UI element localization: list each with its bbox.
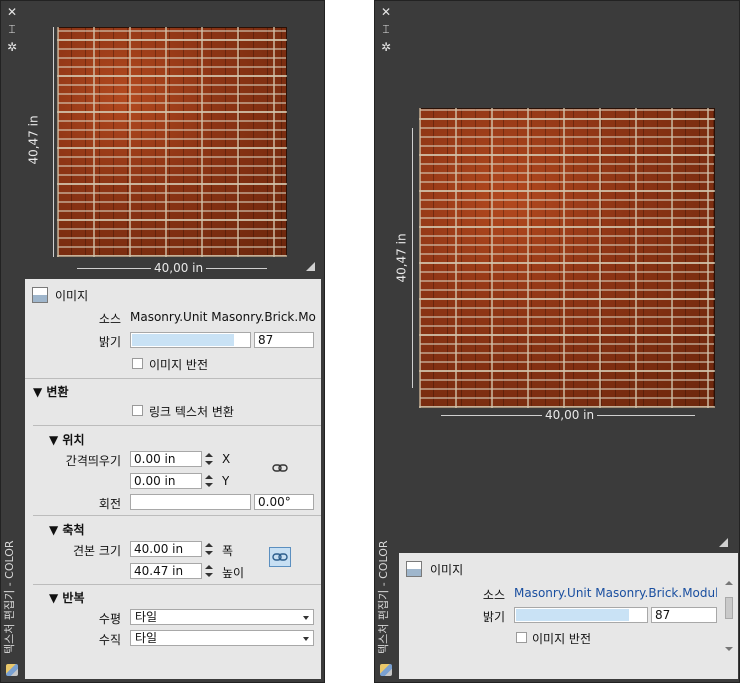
brick-texture-swatch xyxy=(57,27,287,257)
sample-height-label: 높이 xyxy=(222,566,245,580)
invert-image-checkbox[interactable] xyxy=(132,358,143,369)
dimension-width: 40,00 in xyxy=(151,261,207,275)
offset-y-axis: Y xyxy=(222,474,230,488)
rotation-field[interactable]: 0.00° xyxy=(254,494,314,510)
offset-x-field[interactable]: 0.00 in xyxy=(130,451,202,467)
sample-height-spinner[interactable] xyxy=(203,563,215,579)
horizontal-label: 수평 xyxy=(98,612,121,626)
sample-width-field[interactable]: 40.00 in xyxy=(130,541,202,557)
brightness-label: 밝기 xyxy=(98,335,121,349)
vertical-title: 텍스처 편집기 - COLOR xyxy=(377,540,390,654)
palette-titlebar-strip: ✕ ⌶ ✲ 텍스처 편집기 - COLOR xyxy=(1,1,23,682)
close-icon[interactable]: ✕ xyxy=(6,6,18,18)
link-texture-transform-checkbox[interactable] xyxy=(132,405,143,416)
offset-x-axis: X xyxy=(222,452,231,466)
brightness-field[interactable]: 87 xyxy=(651,607,717,623)
texture-editor-icon xyxy=(6,664,18,676)
chevron-down-icon xyxy=(303,616,309,620)
texture-editor-icon xyxy=(380,664,392,676)
close-icon[interactable]: ✕ xyxy=(380,6,392,18)
source-label: 소스 xyxy=(98,312,121,326)
repeat-section-header[interactable]: ▼ 반복 xyxy=(49,589,85,606)
offset-y-field[interactable]: 0.00 in xyxy=(130,473,202,489)
image-section-title: 이미지 xyxy=(430,563,464,577)
rotation-label: 회전 xyxy=(98,497,121,511)
dimension-height: 40,47 in xyxy=(26,115,41,165)
brightness-field[interactable]: 87 xyxy=(254,332,314,348)
vertical-label: 수직 xyxy=(98,633,121,647)
sample-width-label: 폭 xyxy=(222,544,234,558)
texture-editor-palette-right: ✕ ⌶ ✲ 텍스처 편집기 - COLOR 40,47 in 40,00 in … xyxy=(374,0,740,683)
properties-scrollbar[interactable] xyxy=(724,581,734,651)
source-value[interactable]: Masonry.Unit Masonry.Brick.Modular.Pinwh… xyxy=(514,586,717,600)
chevron-down-icon xyxy=(303,637,309,641)
palette-titlebar-strip: ✕ ⌶ ✲ 텍스처 편집기 - COLOR xyxy=(375,1,397,682)
dimension-height: 40,47 in xyxy=(394,233,409,283)
scale-section-header[interactable]: ▼ 축척 xyxy=(49,521,85,538)
texture-preview: 40,47 in 40,00 in xyxy=(25,5,321,277)
settings-icon[interactable]: ✲ xyxy=(380,41,392,53)
invert-image-label: 이미지 반전 xyxy=(149,358,209,372)
settings-icon[interactable]: ✲ xyxy=(6,41,18,53)
vertical-title: 텍스처 편집기 - COLOR xyxy=(3,540,16,654)
link-scale-icon xyxy=(272,553,288,561)
image-icon xyxy=(32,287,48,303)
brightness-slider-fill xyxy=(132,334,234,346)
properties-panel: 이미지 소스 Masonry.Unit Masonry.Brick.Modula… xyxy=(399,553,738,679)
sample-size-label: 견본 크기 xyxy=(73,544,121,558)
link-scale-button[interactable] xyxy=(269,547,291,567)
offset-label: 간격띄우기 xyxy=(65,454,121,468)
source-label: 소스 xyxy=(482,588,505,602)
transform-section-header[interactable]: ▼ 변환 xyxy=(33,383,69,400)
source-value[interactable]: Masonry.Unit Masonry.Brick.Modular.Pinwh… xyxy=(130,310,316,324)
position-section-header[interactable]: ▼ 위치 xyxy=(49,431,85,448)
brightness-label: 밝기 xyxy=(482,610,505,624)
offset-x-spinner[interactable] xyxy=(203,451,215,467)
horizontal-repeat-select[interactable]: 타일 xyxy=(130,609,314,625)
preview-resize-handle[interactable] xyxy=(306,262,315,271)
image-icon xyxy=(406,561,422,577)
image-section-title: 이미지 xyxy=(55,289,89,303)
invert-image-label: 이미지 반전 xyxy=(532,632,592,646)
rotation-slider[interactable] xyxy=(130,494,251,510)
vertical-repeat-select[interactable]: 타일 xyxy=(130,630,314,646)
invert-image-checkbox[interactable] xyxy=(516,632,527,643)
offset-y-spinner[interactable] xyxy=(203,473,215,489)
texture-editor-palette-left: ✕ ⌶ ✲ 텍스처 편집기 - COLOR 40,47 in 40,00 in … xyxy=(0,0,325,683)
brick-texture-swatch xyxy=(419,108,715,408)
brightness-slider[interactable] xyxy=(130,332,251,348)
scrollbar-thumb[interactable] xyxy=(725,597,733,619)
pin-icon[interactable]: ⌶ xyxy=(6,23,18,35)
dimension-width: 40,00 in xyxy=(542,408,598,422)
texture-preview: 40,47 in 40,00 in xyxy=(395,5,736,551)
properties-panel: 이미지 소스 Masonry.Unit Masonry.Brick.Modula… xyxy=(25,279,321,679)
link-offset-icon[interactable] xyxy=(272,463,288,473)
brightness-slider-fill xyxy=(516,609,629,621)
sample-width-spinner[interactable] xyxy=(203,541,215,557)
link-texture-transform-label: 링크 텍스처 변환 xyxy=(149,405,234,419)
brightness-slider[interactable] xyxy=(514,607,648,623)
preview-resize-handle[interactable] xyxy=(719,538,728,547)
pin-icon[interactable]: ⌶ xyxy=(380,23,392,35)
sample-height-field[interactable]: 40.47 in xyxy=(130,563,202,579)
